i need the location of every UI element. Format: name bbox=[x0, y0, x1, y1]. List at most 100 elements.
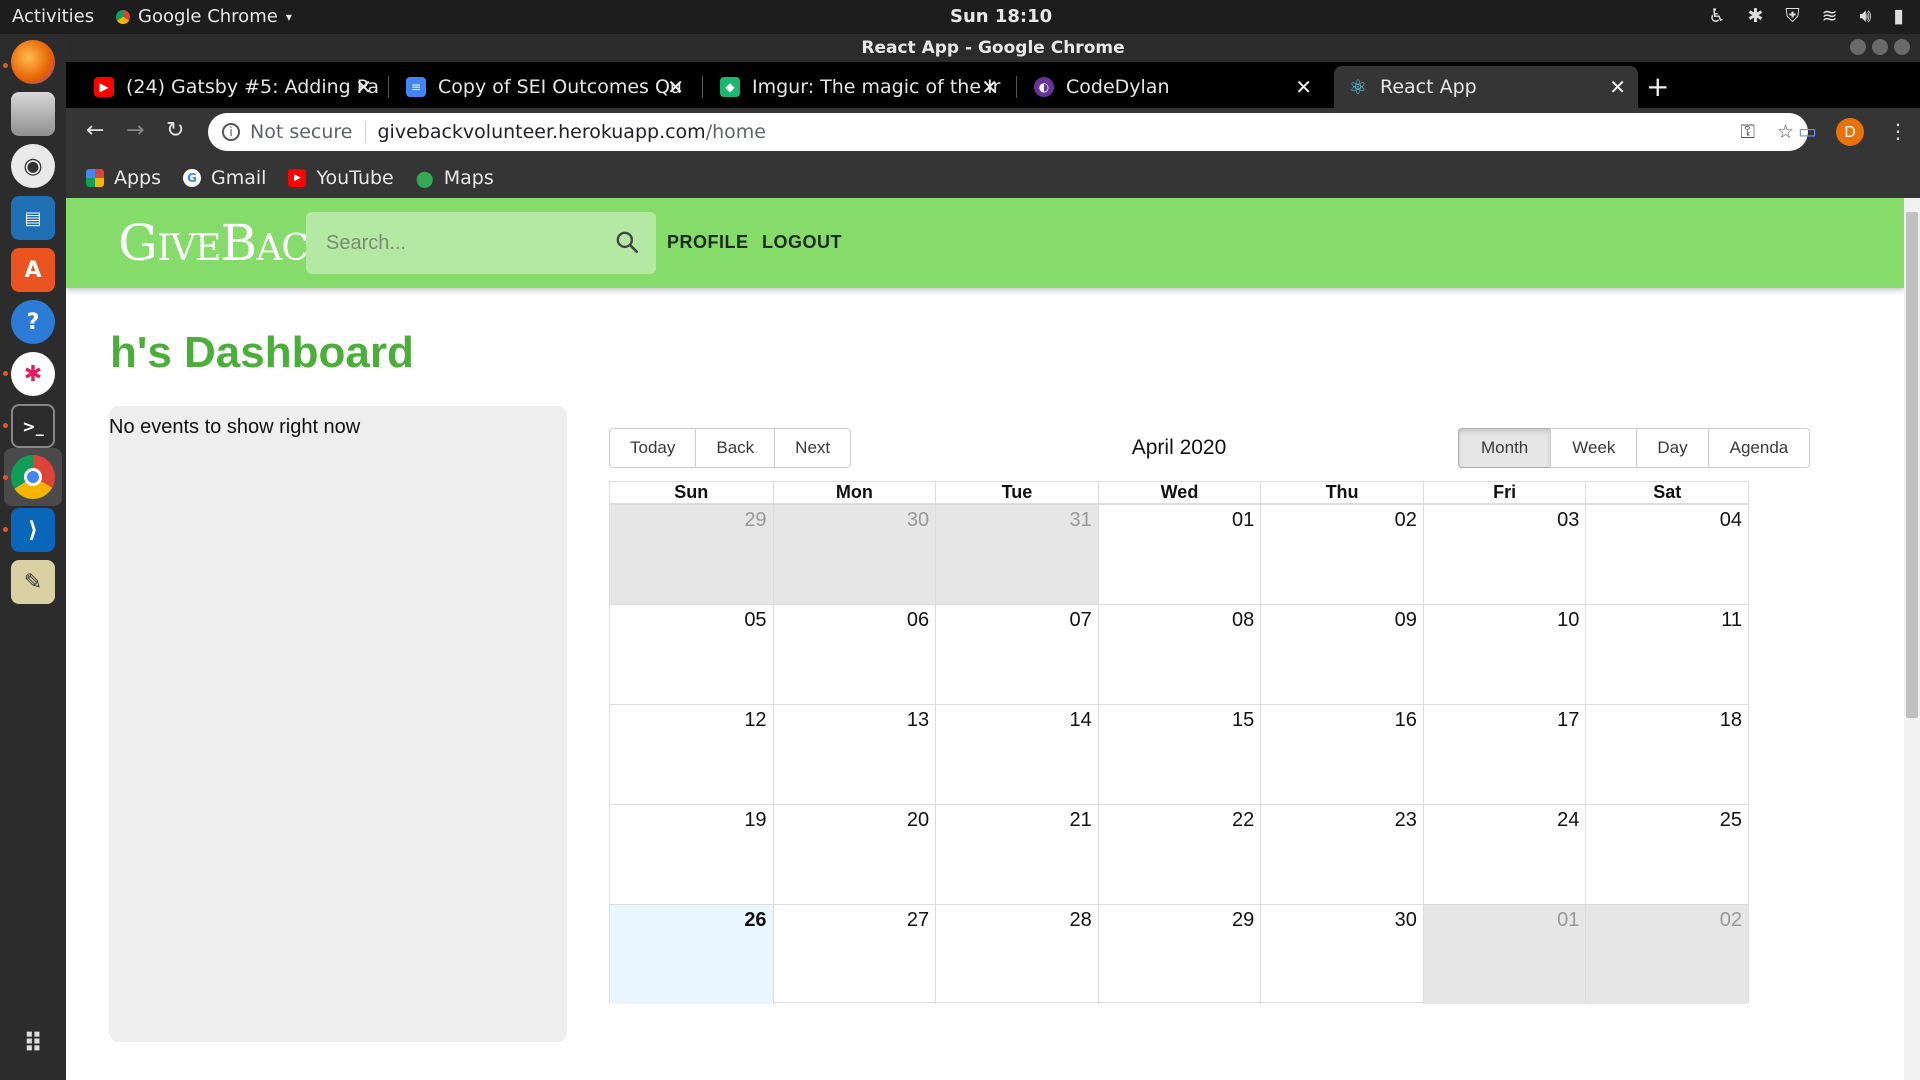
calendar-day-cell[interactable]: 20 bbox=[772, 804, 936, 904]
day-number[interactable]: 29 bbox=[1232, 909, 1254, 932]
calendar-day-cell[interactable]: 27 bbox=[772, 904, 936, 1004]
battery-icon[interactable]: ▮ bbox=[1894, 5, 1904, 27]
day-number[interactable]: 31 bbox=[1069, 509, 1091, 532]
close-icon[interactable]: ✕ bbox=[1609, 75, 1626, 99]
star-icon[interactable]: ☆ bbox=[1777, 121, 1794, 143]
day-number[interactable]: 28 bbox=[1069, 909, 1091, 932]
calendar-day-cell[interactable]: 01 bbox=[1097, 504, 1261, 604]
nav-logout-link[interactable]: LOGOUT bbox=[762, 232, 842, 253]
calendar-day-cell[interactable]: 19 bbox=[610, 804, 773, 904]
profile-avatar[interactable]: D bbox=[1836, 118, 1864, 146]
giveback-logo[interactable]: GIVEBACK bbox=[118, 214, 335, 278]
reload-icon[interactable]: ↻ bbox=[166, 118, 184, 143]
calendar-day-cell[interactable]: 23 bbox=[1260, 804, 1423, 904]
search-icon[interactable] bbox=[614, 229, 640, 255]
calendar-day-cell[interactable]: 30 bbox=[1260, 904, 1423, 1004]
week-view-button[interactable]: Week bbox=[1550, 428, 1638, 468]
chrome-icon[interactable] bbox=[11, 455, 55, 499]
calendar-day-cell[interactable]: 22 bbox=[1097, 804, 1261, 904]
calendar-day-cell[interactable]: 28 bbox=[935, 904, 1098, 1004]
month-view-button[interactable]: Month bbox=[1458, 428, 1552, 468]
tab-imgur[interactable]: ◆ Imgur: The magic of the Ir ✕ bbox=[706, 66, 1010, 108]
day-number[interactable]: 13 bbox=[907, 709, 929, 732]
calendar-day-today[interactable]: 26 bbox=[610, 904, 773, 1004]
calendar-day-cell[interactable]: 10 bbox=[1422, 604, 1586, 704]
firefox-icon[interactable] bbox=[11, 40, 55, 84]
info-icon[interactable]: i bbox=[222, 123, 240, 141]
next-button[interactable]: Next bbox=[774, 428, 852, 468]
day-number[interactable]: 02 bbox=[1720, 909, 1742, 932]
day-number[interactable]: 21 bbox=[1069, 809, 1091, 832]
calendar-day-cell[interactable]: 02 bbox=[1260, 504, 1423, 604]
day-number[interactable]: 15 bbox=[1232, 709, 1254, 732]
day-number[interactable]: 06 bbox=[907, 609, 929, 632]
day-number[interactable]: 02 bbox=[1395, 509, 1417, 532]
page-scrollbar[interactable] bbox=[1904, 198, 1920, 1080]
cast-icon[interactable]: ▭ bbox=[1798, 119, 1817, 143]
day-number[interactable]: 16 bbox=[1395, 709, 1417, 732]
volume-icon[interactable]: 🔊︎ bbox=[1860, 5, 1872, 27]
day-number[interactable]: 19 bbox=[744, 809, 766, 832]
calendar-day-cell[interactable]: 05 bbox=[610, 604, 773, 704]
calendar-day-cell[interactable]: 13 bbox=[772, 704, 936, 804]
tab-react-app[interactable]: ⚛ React App ✕ bbox=[1334, 66, 1638, 108]
calendar-day-cell[interactable]: 16 bbox=[1260, 704, 1423, 804]
day-number[interactable]: 12 bbox=[744, 709, 766, 732]
calendar-day-cell[interactable]: 12 bbox=[610, 704, 773, 804]
scrollbar-thumb[interactable] bbox=[1906, 212, 1918, 718]
software-center-icon[interactable]: A bbox=[11, 248, 55, 292]
day-number[interactable]: 30 bbox=[907, 509, 929, 532]
today-button[interactable]: Today bbox=[609, 428, 697, 468]
day-view-button[interactable]: Day bbox=[1636, 428, 1709, 468]
day-number[interactable]: 05 bbox=[744, 609, 766, 632]
day-number[interactable]: 09 bbox=[1395, 609, 1417, 632]
calendar-day-cell[interactable]: 15 bbox=[1097, 704, 1261, 804]
activities-button[interactable]: Activities bbox=[12, 6, 94, 27]
day-number[interactable]: 23 bbox=[1395, 809, 1417, 832]
text-editor-icon[interactable]: ✎ bbox=[11, 560, 55, 604]
day-number[interactable]: 11 bbox=[1721, 609, 1742, 632]
app-menu[interactable]: Google Chrome ▾ bbox=[116, 6, 292, 27]
bookmark-youtube[interactable]: ▶ YouTube bbox=[288, 167, 394, 189]
calendar-day-cell[interactable]: 03 bbox=[1422, 504, 1586, 604]
calendar-day-cell[interactable]: 29 bbox=[610, 504, 773, 604]
calendar-day-cell[interactable]: 30 bbox=[772, 504, 936, 604]
calendar-day-cell[interactable]: 14 bbox=[935, 704, 1098, 804]
new-tab-button[interactable]: + bbox=[1646, 70, 1669, 103]
calendar-day-cell[interactable]: 18 bbox=[1585, 704, 1748, 804]
day-number[interactable]: 26 bbox=[744, 909, 766, 932]
day-number[interactable]: 08 bbox=[1232, 609, 1254, 632]
close-window-button[interactable] bbox=[1894, 39, 1910, 55]
help-icon[interactable]: ? bbox=[11, 300, 55, 344]
day-number[interactable]: 04 bbox=[1720, 509, 1742, 532]
calendar-day-cell[interactable]: 09 bbox=[1260, 604, 1423, 704]
back-arrow-icon[interactable]: ← bbox=[86, 118, 104, 143]
day-number[interactable]: 17 bbox=[1557, 709, 1579, 732]
calendar-day-cell[interactable]: 02 bbox=[1585, 904, 1748, 1004]
day-number[interactable]: 01 bbox=[1557, 909, 1579, 932]
tab-sei-outcomes[interactable]: ≡ Copy of SEI Outcomes Qu ✕ bbox=[392, 66, 696, 108]
nav-profile-link[interactable]: PROFILE bbox=[667, 232, 749, 253]
shield-icon[interactable]: ⛨ bbox=[1785, 5, 1799, 27]
day-number[interactable]: 25 bbox=[1720, 809, 1742, 832]
search-input[interactable] bbox=[326, 231, 596, 255]
calendar-day-cell[interactable]: 07 bbox=[935, 604, 1098, 704]
show-apps-icon[interactable]: ⠿ bbox=[11, 1022, 55, 1066]
back-button[interactable]: Back bbox=[695, 428, 776, 468]
url-host[interactable]: givebackvolunteer.herokuapp.com bbox=[378, 121, 706, 143]
writer-icon[interactable]: ▤ bbox=[11, 196, 55, 240]
close-icon[interactable]: ✕ bbox=[981, 75, 998, 99]
calendar-day-cell[interactable]: 08 bbox=[1097, 604, 1261, 704]
day-number[interactable]: 24 bbox=[1557, 809, 1579, 832]
day-number[interactable]: 27 bbox=[907, 909, 929, 932]
day-number[interactable]: 10 bbox=[1557, 609, 1579, 632]
tab-gatsby[interactable]: ▶ (24) Gatsby #5: Adding Pa ✕ bbox=[80, 66, 384, 108]
bookmark-gmail[interactable]: G Gmail bbox=[183, 167, 266, 189]
key-icon[interactable]: ⚿ bbox=[1740, 121, 1754, 143]
calendar-day-cell[interactable]: 29 bbox=[1097, 904, 1261, 1004]
tab-codedylan[interactable]: ◐ CodeDylan ✕ bbox=[1020, 66, 1324, 108]
day-number[interactable]: 01 bbox=[1232, 509, 1254, 532]
calendar-day-cell[interactable]: 25 bbox=[1585, 804, 1748, 904]
url-path[interactable]: /home bbox=[706, 121, 766, 143]
system-tray[interactable]: ♿ ✱ ⛨ ≋ 🔊︎ ▮ bbox=[1708, 5, 1904, 27]
